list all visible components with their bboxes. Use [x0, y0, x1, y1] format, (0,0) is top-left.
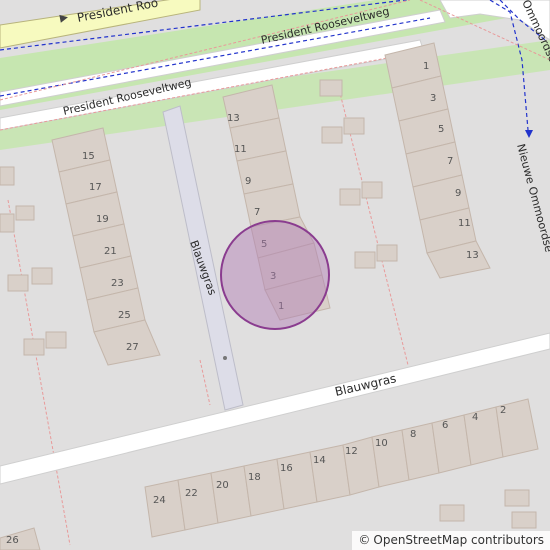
house-number: 21 — [104, 246, 117, 257]
location-marker[interactable] — [220, 220, 330, 330]
house-number: 17 — [89, 182, 102, 193]
map-canvas[interactable]: 15 17 19 21 23 25 27 13 11 9 7 5 3 1 1 3… — [0, 0, 550, 550]
house-number: 24 — [153, 495, 166, 506]
house-number: 4 — [472, 412, 478, 423]
map-view[interactable]: 15 17 19 21 23 25 27 13 11 9 7 5 3 1 1 3… — [0, 0, 550, 550]
house-number: 7 — [447, 156, 453, 167]
house-number: 6 — [442, 420, 448, 431]
house-number: 2 — [500, 405, 506, 416]
house-number: 9 — [245, 176, 251, 187]
house-number: 8 — [410, 429, 416, 440]
path-node — [223, 356, 227, 360]
house-number: 13 — [227, 113, 240, 124]
house-number: 11 — [458, 218, 471, 229]
house-number: 5 — [438, 124, 444, 135]
house-number: 15 — [82, 151, 95, 162]
house-number: 27 — [126, 342, 139, 353]
house-number: 16 — [280, 463, 293, 474]
house-number: 13 — [466, 250, 479, 261]
house-number: 18 — [248, 472, 261, 483]
house-number: 1 — [423, 61, 429, 72]
house-number: 25 — [118, 310, 131, 321]
house-number: 22 — [185, 488, 198, 499]
house-number: 11 — [234, 144, 247, 155]
osm-contributors-link[interactable]: OpenStreetMap contributors — [373, 533, 544, 547]
copyright-icon: © — [358, 533, 371, 547]
house-number: 19 — [96, 214, 109, 225]
house-number: 14 — [313, 455, 326, 466]
house-number: 10 — [375, 438, 388, 449]
house-number: 26 — [6, 535, 19, 546]
house-number: 20 — [216, 480, 229, 491]
house-number: 9 — [455, 188, 461, 199]
map-attribution: © OpenStreetMap contributors — [352, 531, 550, 550]
house-number: 7 — [254, 207, 260, 218]
house-number: 23 — [111, 278, 124, 289]
house-number: 3 — [430, 93, 436, 104]
house-number: 12 — [345, 446, 358, 457]
